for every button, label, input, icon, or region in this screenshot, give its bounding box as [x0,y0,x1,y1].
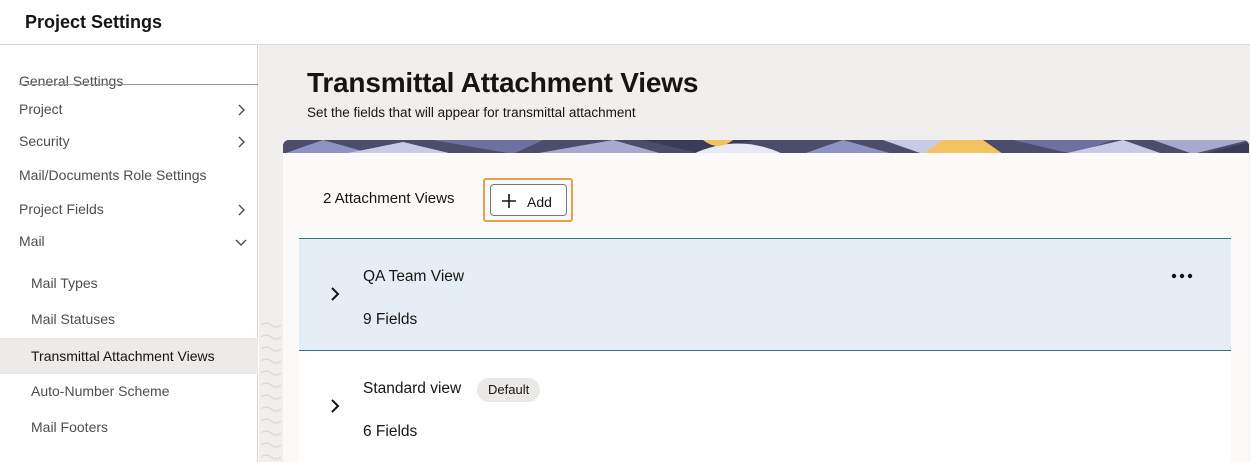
chevron-right-icon[interactable] [327,286,343,302]
sidebar-item-mail-statuses[interactable]: Mail Statuses [0,303,258,337]
add-button-label: Add [527,194,552,210]
sidebar-item-label: General Settings [19,73,124,89]
top-bar: Project Settings [0,0,1250,45]
add-view-button[interactable]: Add [490,184,567,216]
view-field-count: 6 Fields [363,423,418,440]
view-field-count: 9 Fields [363,311,418,328]
sidebar-item-label: Mail Types [31,275,98,291]
chevron-right-icon [238,104,245,116]
decorative-banner [283,140,1249,154]
sidebar-item-transmittal-attachment-views[interactable]: Transmittal Attachment Views [0,338,258,374]
sidebar-item-project[interactable]: Project [0,93,258,127]
view-name: Standard view [363,380,462,397]
add-button-focus-ring: Add [483,178,573,222]
sidebar-item-project-fields[interactable]: Project Fields [0,193,258,227]
page-title: Transmittal Attachment Views [307,67,699,98]
sidebar-item-label: Mail [19,233,45,249]
list-item[interactable]: QA Team View 9 Fields [299,238,1231,351]
sidebar-item-mail-footers[interactable]: Mail Footers [0,411,258,445]
sidebar-item-label: Security [19,133,70,149]
sidebar-item-mail-documents-role-settings[interactable]: Mail/Documents Role Settings [0,159,258,193]
main-content: Transmittal Attachment Views Set the fie… [259,45,1250,462]
sidebar-item-security[interactable]: Security [0,125,258,159]
settings-sidebar: General Settings Project Security Mail/D… [0,45,258,462]
sidebar-item-mail[interactable]: Mail [0,225,258,259]
sidebar-item-mail-types[interactable]: Mail Types [0,267,258,301]
chevron-right-icon [238,136,245,148]
sidebar-item-label: Mail Statuses [31,311,116,327]
page-subtitle: Set the fields that will appear for tran… [307,105,636,120]
more-actions-icon[interactable] [1167,267,1197,285]
app-title: Project Settings [25,12,163,32]
sidebar-item-label: Auto-Number Scheme [31,383,170,399]
list-item[interactable]: Standard view Default 6 Fields [299,351,1231,462]
sidebar-item-label: Transmittal Attachment Views [31,348,215,364]
chevron-down-icon [235,239,247,246]
chevron-right-icon[interactable] [327,398,343,414]
sidebar-item-auto-number-scheme[interactable]: Auto-Number Scheme [0,375,258,409]
attachment-views-panel: 2 Attachment Views Add QA Team View 9 Fi… [283,153,1249,462]
sidebar-item-label: Project Fields [19,201,104,217]
sidebar-item-label: Mail Footers [31,419,109,435]
sidebar-item-label: Mail/Documents Role Settings [19,167,207,183]
divider [19,84,258,85]
sidebar-item-label: Project [19,101,63,117]
views-count: 2 Attachment Views [323,190,455,207]
default-badge: Default [477,378,541,402]
view-name: QA Team View [363,268,465,285]
decorative-texture [260,322,282,460]
chevron-right-icon [238,204,245,216]
plus-icon [502,194,516,208]
